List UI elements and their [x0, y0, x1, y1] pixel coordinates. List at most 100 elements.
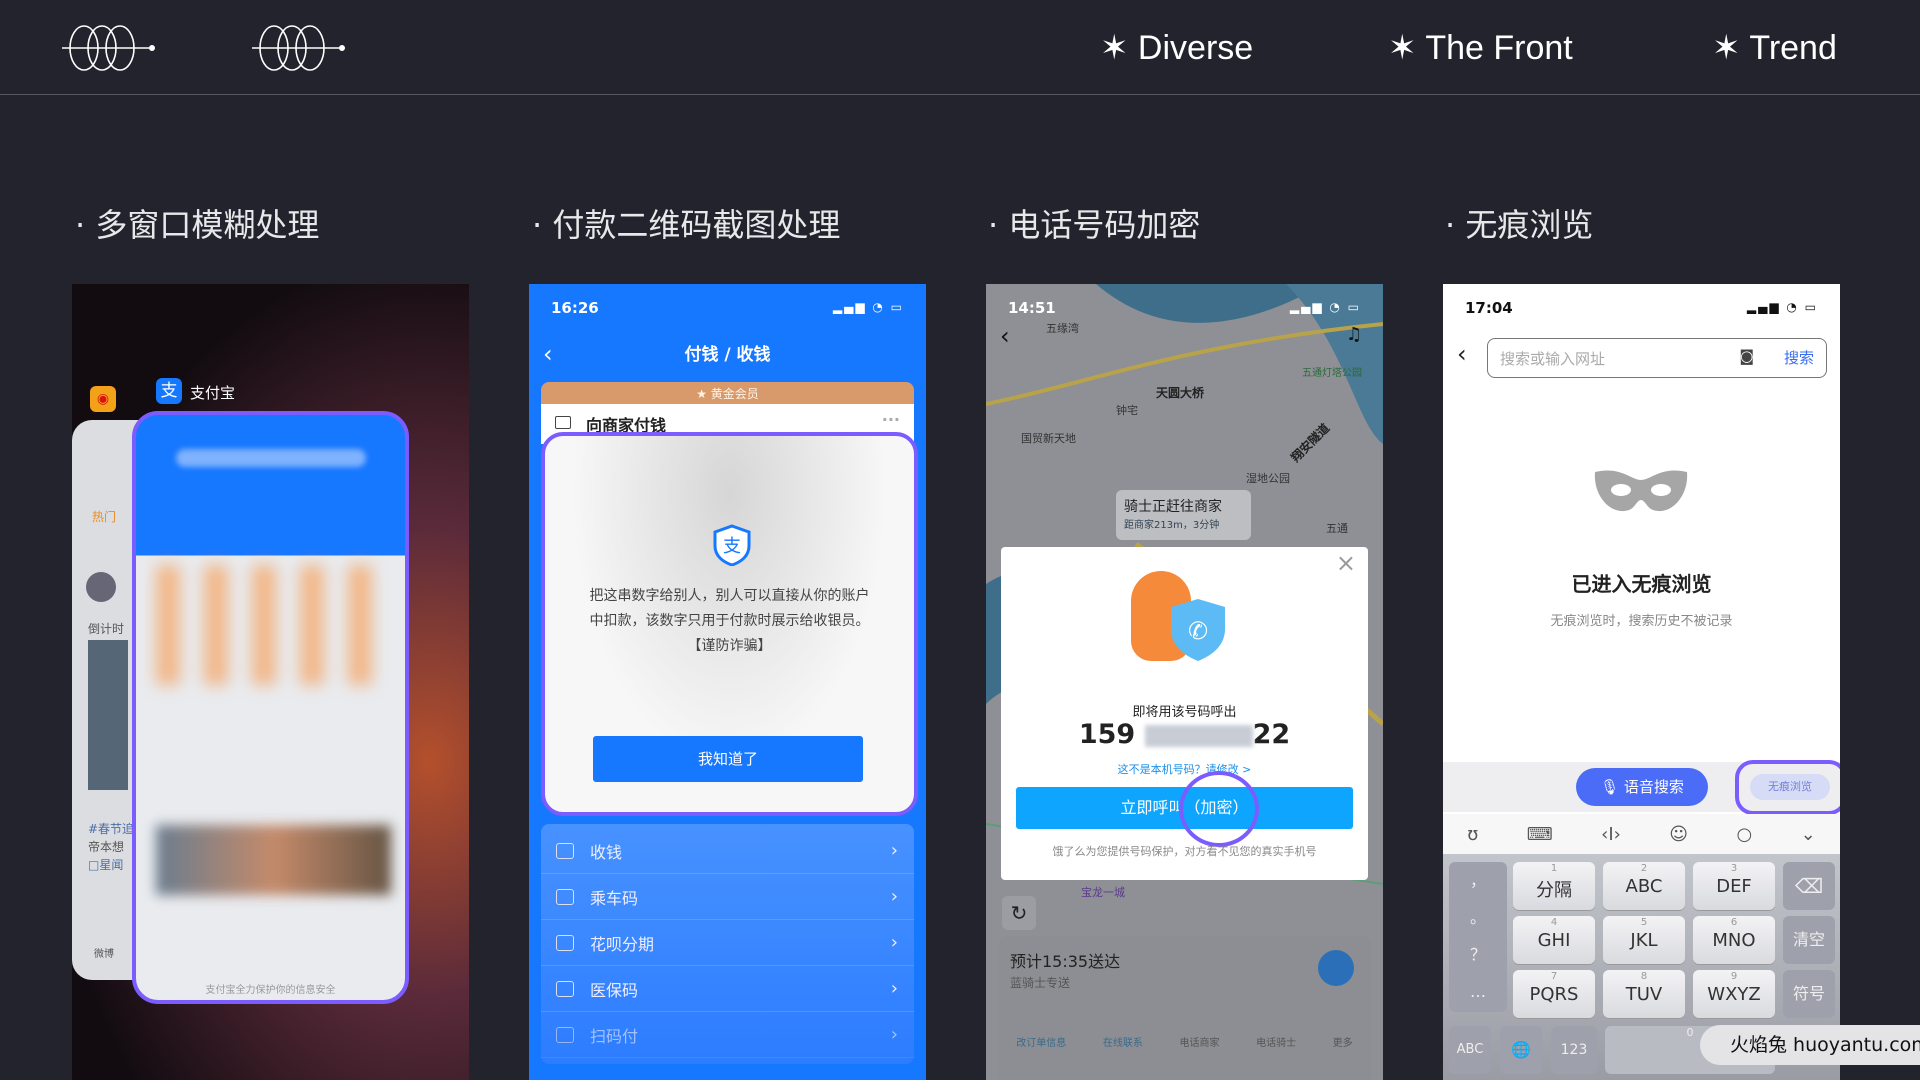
notice-line: 把这串数字给别人，别人可以直接从你的账户	[589, 588, 870, 604]
voice-search-button[interactable]: 🎙 语音搜索	[1576, 768, 1708, 806]
weibo-text: #春节追	[88, 822, 135, 836]
close-icon[interactable]: ×	[1336, 549, 1356, 577]
action-call-merchant[interactable]: 电话商家	[1179, 1034, 1219, 1049]
key-comma[interactable]: ，	[1449, 862, 1507, 899]
status-time: 16:26	[551, 299, 599, 317]
camera-icon[interactable]: ◙	[1739, 347, 1754, 365]
key-1[interactable]: 1 分隔	[1513, 862, 1595, 910]
status-time: 17:04	[1465, 299, 1513, 317]
key-question[interactable]: ？	[1449, 936, 1507, 973]
key-4[interactable]: 4 GHI	[1513, 916, 1595, 964]
headset-icon[interactable]: ♫	[1346, 324, 1362, 345]
weibo-icon: ◉	[90, 386, 116, 412]
collapse-keyboard-icon[interactable]: ⌄	[1801, 824, 1816, 845]
key-number: 9	[1730, 971, 1738, 982]
weibo-image	[88, 640, 128, 790]
list-item[interactable]: 医保码 ›	[541, 966, 914, 1012]
member-label: 黄金会员	[710, 387, 759, 401]
baidu-ime-icon[interactable]: ʊ	[1467, 824, 1478, 845]
list-item[interactable]: 乘车码 ›	[541, 874, 914, 920]
key-7[interactable]: 7 PQRS	[1513, 970, 1595, 1018]
blurred-icons	[156, 565, 391, 685]
map-label: 宝龙一城	[1081, 886, 1125, 899]
abc-key[interactable]: ABC	[1449, 1026, 1491, 1074]
emoji-icon[interactable]: ☺	[1669, 824, 1688, 845]
symbol-key[interactable]: 符号	[1783, 970, 1835, 1018]
map-label: 国贸新天地	[1021, 432, 1076, 445]
key-letters: 分隔	[1536, 880, 1572, 901]
back-icon[interactable]: ‹	[1000, 322, 1010, 350]
action-edit-order[interactable]: 改订单信息	[1016, 1034, 1066, 1049]
medical-code-icon	[556, 980, 574, 997]
microphone-icon: 🎙	[1600, 778, 1620, 796]
mask-icon	[1594, 470, 1688, 512]
more-icon[interactable]: ···	[882, 410, 900, 429]
eta-label: 预计15:35送达	[1010, 952, 1121, 971]
nav-the-front[interactable]: ✶ The Front	[1388, 28, 1573, 68]
search-button[interactable]: 搜索	[1784, 347, 1814, 368]
cursor-icon[interactable]: ‹I›	[1601, 824, 1621, 845]
key-6[interactable]: 6 MNO	[1693, 916, 1775, 964]
list-item[interactable]: 扫码付 ›	[541, 1012, 914, 1058]
keyboard-icon[interactable]: ⌨	[1527, 824, 1553, 845]
search-icon[interactable]: ○	[1736, 824, 1752, 845]
rider-status-card[interactable]: 骑士正赶往商家 距商家213m，3分钟	[1116, 490, 1251, 540]
member-badge: ★ 黄金会员	[541, 382, 914, 406]
back-icon[interactable]: ‹	[1457, 340, 1467, 368]
key-2[interactable]: 2 ABC	[1603, 862, 1685, 910]
key-period[interactable]: 。	[1449, 899, 1507, 936]
list-item[interactable]: 收钱 ›	[541, 828, 914, 874]
key-3[interactable]: 3 DEF	[1693, 862, 1775, 910]
weibo-text: □星闻	[88, 858, 124, 872]
phone-prefix: 159	[1078, 719, 1136, 750]
map-label: 五缘湾	[1046, 322, 1079, 335]
action-more[interactable]: 更多	[1333, 1034, 1353, 1049]
rider-distance: 距商家213m，3分钟	[1124, 520, 1220, 531]
app-label: 支付宝	[190, 384, 236, 402]
numeric-key[interactable]: 123	[1551, 1026, 1597, 1074]
punctuation-column[interactable]: ，。？…	[1449, 862, 1507, 1012]
incognito-subtitle: 无痕浏览时，搜索历史不被记录	[1550, 614, 1733, 629]
chevron-right-icon: ›	[890, 978, 898, 999]
nav-diverse[interactable]: ✶ Diverse	[1100, 28, 1253, 68]
chevron-right-icon: ›	[890, 1024, 898, 1045]
key-letters: GHI	[1537, 930, 1571, 951]
map-label: 五通灯塔公园	[1302, 368, 1362, 379]
nav-trend[interactable]: ✶ Trend	[1712, 28, 1837, 68]
key-5[interactable]: 5 JKL	[1603, 916, 1685, 964]
avatar	[86, 572, 116, 602]
call-dialog: × ✆ 即将用该号码呼出 159 22 这不是本机号码？请修改 > 立即呼叫（加…	[1001, 547, 1368, 880]
chevron-right-icon: ›	[890, 840, 898, 861]
key-letters: MNO	[1712, 930, 1756, 951]
key-number: 6	[1730, 917, 1738, 928]
key-ellipsis[interactable]: …	[1449, 973, 1507, 1010]
barcode-icon	[555, 416, 571, 429]
list-label: 医保码	[590, 980, 639, 1000]
key-number: 7	[1550, 971, 1558, 982]
list-item[interactable]: 花呗分期 ›	[541, 920, 914, 966]
action-chat[interactable]: 在线联系	[1103, 1034, 1143, 1049]
confirm-button[interactable]: 我知道了	[593, 736, 863, 782]
alipay-card-blurred[interactable]: 支付宝全力保护你的信息安全	[132, 411, 409, 1004]
backspace-key[interactable]: ⌫	[1783, 862, 1835, 910]
status-icons: ▂▄▆ ◔ ▭	[832, 300, 904, 314]
search-input[interactable]: 搜索或输入网址 ◙ 搜索	[1487, 338, 1827, 378]
key-8[interactable]: 8 TUV	[1603, 970, 1685, 1018]
map-label: 五通	[1326, 522, 1348, 535]
privacy-note: 饿了么为您提供号码保护，对方看不见您的真实手机号	[1052, 845, 1317, 858]
logo-icon	[62, 25, 155, 71]
receive-icon	[556, 842, 574, 859]
globe-icon[interactable]: 🌐	[1500, 1026, 1542, 1074]
blurred-images	[156, 825, 391, 895]
key-9[interactable]: 9 WXYZ	[1693, 970, 1775, 1018]
change-number-link[interactable]: 这不是本机号码？请修改 >	[1001, 761, 1368, 777]
section-title: · 付款二维码截图处理	[532, 206, 841, 244]
rider-avatar	[1318, 950, 1354, 986]
security-footer: 支付宝全力保护你的信息安全	[205, 985, 336, 996]
action-call-rider[interactable]: 电话骑士	[1256, 1034, 1296, 1049]
highlight-circle	[1179, 771, 1259, 847]
keyboard-toolbar: ʊ ⌨ ‹I› ☺ ○ ⌄	[1443, 814, 1840, 854]
refresh-icon[interactable]: ↻	[1002, 896, 1036, 930]
clear-key[interactable]: 清空	[1783, 916, 1835, 964]
masked-digits	[1144, 724, 1253, 747]
